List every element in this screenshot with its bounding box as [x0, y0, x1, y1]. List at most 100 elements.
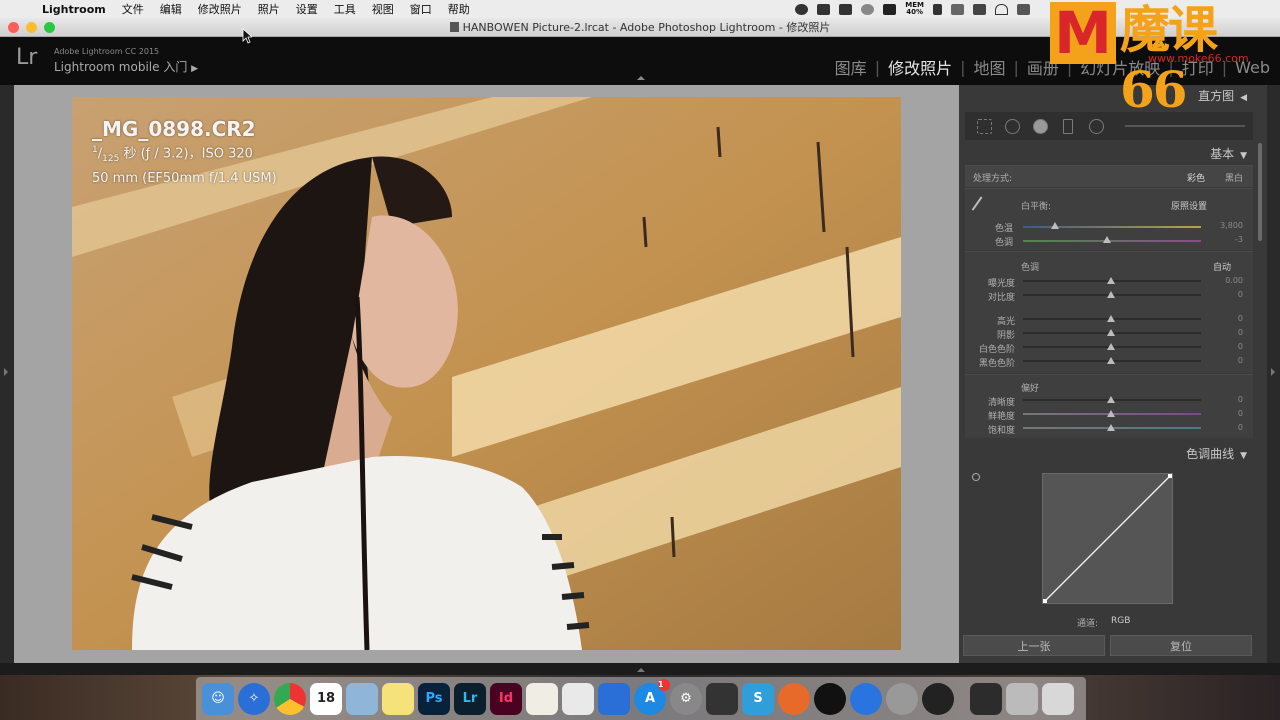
- previous-button[interactable]: 上一张: [963, 635, 1105, 656]
- tone-curve-graph[interactable]: [1042, 473, 1173, 604]
- preview-icon[interactable]: [346, 682, 378, 715]
- calendar-icon[interactable]: 18: [310, 682, 342, 715]
- module-develop[interactable]: 修改照片: [888, 55, 952, 79]
- radial-filter-icon[interactable]: [1089, 119, 1104, 134]
- launchpad-icon[interactable]: [886, 682, 918, 715]
- vibrance-knob[interactable]: [1107, 410, 1115, 417]
- menu-settings[interactable]: 设置: [296, 1, 318, 17]
- expand-right-icon[interactable]: [1271, 368, 1275, 376]
- photoshop-icon[interactable]: Ps: [418, 682, 450, 715]
- mem-indicator[interactable]: MEM 40%: [905, 2, 924, 16]
- exposure-value[interactable]: 0.00: [1203, 276, 1243, 285]
- lightroom-icon[interactable]: Lr: [454, 682, 486, 715]
- safari-icon[interactable]: ✧: [238, 682, 270, 715]
- close-button[interactable]: [8, 22, 19, 33]
- clarity-value[interactable]: 0: [1203, 395, 1243, 404]
- spot-removal-icon[interactable]: [1005, 119, 1020, 134]
- panel-scrollbar[interactable]: [1258, 143, 1262, 241]
- contrast-knob[interactable]: [1107, 291, 1115, 298]
- contrast-value[interactable]: 0: [1203, 290, 1243, 299]
- finder-icon[interactable]: ☺: [202, 682, 234, 715]
- keyboard-icon[interactable]: [973, 3, 986, 15]
- basic-header[interactable]: 基本 ▼: [1210, 145, 1247, 162]
- tray-display-icon[interactable]: [883, 3, 897, 15]
- snagit-icon[interactable]: S: [742, 682, 774, 715]
- obs-icon[interactable]: [922, 682, 954, 715]
- saturation-value[interactable]: 0: [1203, 423, 1243, 432]
- lock-icon[interactable]: [933, 3, 942, 15]
- numbers-icon[interactable]: [562, 682, 594, 715]
- clarity-knob[interactable]: [1107, 396, 1115, 403]
- terminal-icon[interactable]: [970, 682, 1002, 715]
- saturation-knob[interactable]: [1107, 424, 1115, 431]
- menu-app[interactable]: Lightroom: [42, 3, 106, 16]
- system-preferences-icon[interactable]: ⚙: [670, 682, 702, 715]
- filmstrip-toggle-icon[interactable]: [637, 668, 645, 672]
- tone-auto-button[interactable]: 自动: [1213, 260, 1231, 273]
- textedit-icon[interactable]: [526, 682, 558, 715]
- channel-select[interactable]: RGB: [1111, 616, 1130, 626]
- tint-knob[interactable]: [1103, 236, 1111, 243]
- trash-icon[interactable]: [1042, 682, 1074, 715]
- whites-knob[interactable]: [1107, 343, 1115, 350]
- whites-value[interactable]: 0: [1203, 342, 1243, 351]
- wifi-icon[interactable]: [995, 3, 1008, 15]
- chrome-icon[interactable]: [274, 682, 306, 715]
- indesign-icon[interactable]: Id: [490, 682, 522, 715]
- minimize-button[interactable]: [26, 22, 37, 33]
- menu-tools[interactable]: 工具: [334, 1, 356, 17]
- wb-value[interactable]: 原照设置: [1171, 199, 1207, 212]
- highlights-value[interactable]: 0: [1203, 314, 1243, 323]
- tray-app2-icon[interactable]: [817, 3, 831, 15]
- baidu-icon[interactable]: [850, 682, 882, 715]
- filmstrip-toggle-bar[interactable]: [0, 663, 1280, 675]
- temp-value[interactable]: 3,800: [1203, 221, 1243, 230]
- lr-mobile-link[interactable]: Lightroom mobile 入门 ▶: [54, 58, 198, 75]
- menu-edit[interactable]: 编辑: [160, 1, 182, 17]
- module-library[interactable]: 图库: [835, 55, 867, 79]
- graduated-filter-icon[interactable]: [1063, 119, 1073, 134]
- redeye-icon[interactable]: [1033, 119, 1048, 134]
- curve-target-icon[interactable]: [972, 473, 980, 481]
- highlights-knob[interactable]: [1107, 315, 1115, 322]
- reset-button[interactable]: 复位: [1110, 635, 1252, 656]
- blacks-knob[interactable]: [1107, 357, 1115, 364]
- appstore-icon[interactable]: A1: [634, 678, 670, 715]
- menu-file[interactable]: 文件: [122, 1, 144, 17]
- printer-icon[interactable]: [1006, 682, 1038, 715]
- top-panel-toggle[interactable]: [637, 76, 645, 80]
- treatment-color[interactable]: 彩色: [1187, 171, 1205, 184]
- notes-icon[interactable]: [382, 682, 414, 715]
- crop-tool-icon[interactable]: [977, 119, 992, 134]
- final-cut-icon[interactable]: [706, 682, 738, 715]
- menu-photo[interactable]: 照片: [258, 1, 280, 17]
- qq-icon[interactable]: [814, 682, 846, 715]
- menu-view[interactable]: 视图: [372, 1, 394, 17]
- tint-track[interactable]: [1023, 240, 1201, 242]
- exposure-knob[interactable]: [1107, 277, 1115, 284]
- tray-app3-icon[interactable]: [839, 3, 853, 15]
- arrows-icon[interactable]: [951, 3, 964, 15]
- right-edge-collapsed[interactable]: [1267, 85, 1280, 663]
- treatment-bw[interactable]: 黑白: [1225, 171, 1243, 184]
- weibo-icon[interactable]: [778, 682, 810, 715]
- keynote-icon[interactable]: [598, 682, 630, 715]
- menu-window[interactable]: 窗口: [410, 1, 432, 17]
- expand-left-icon[interactable]: [4, 368, 8, 376]
- left-panel-collapsed[interactable]: [0, 85, 14, 663]
- shadows-knob[interactable]: [1107, 329, 1115, 336]
- menu-help[interactable]: 帮助: [448, 1, 470, 17]
- temp-knob[interactable]: [1051, 222, 1059, 229]
- tray-sync-icon[interactable]: [861, 3, 875, 15]
- tone-curve-header[interactable]: 色调曲线 ▼: [1186, 445, 1247, 462]
- eyedropper-icon[interactable]: [971, 196, 993, 218]
- temp-track[interactable]: [1023, 226, 1201, 228]
- tint-value[interactable]: -3: [1203, 235, 1243, 244]
- battery-icon[interactable]: [1017, 3, 1030, 15]
- tray-app-icon[interactable]: [795, 3, 809, 15]
- brush-slider[interactable]: [1125, 125, 1245, 127]
- menu-develop[interactable]: 修改照片: [198, 1, 242, 17]
- shadows-value[interactable]: 0: [1203, 328, 1243, 337]
- zoom-button[interactable]: [44, 22, 55, 33]
- blacks-value[interactable]: 0: [1203, 356, 1243, 365]
